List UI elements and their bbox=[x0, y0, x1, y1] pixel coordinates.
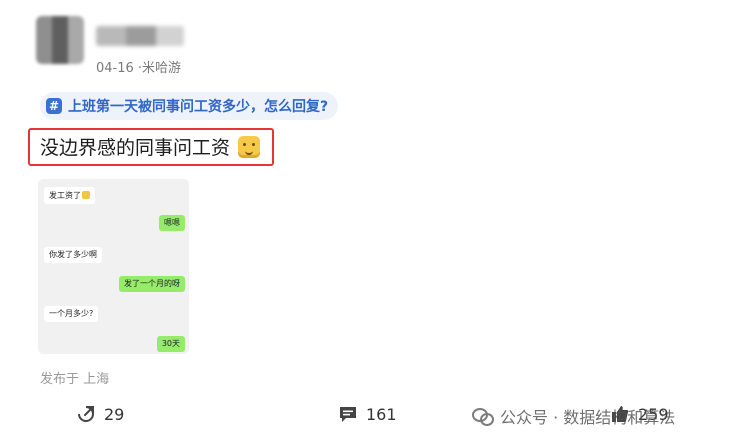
chat-screenshot-image[interactable]: 发工资了 嗯嗯 你发了多少啊 发了一个月的呀 一个月多少? 30天 bbox=[38, 179, 189, 354]
emoji-icon bbox=[82, 191, 90, 199]
post-location: 发布于 上海 bbox=[40, 372, 110, 387]
post-content: 没边界感的同事问工资 bbox=[40, 133, 261, 160]
avatar[interactable] bbox=[36, 16, 84, 64]
share-icon bbox=[78, 406, 94, 422]
chat-bubble-incoming: 你发了多少啊 bbox=[44, 247, 102, 263]
chat-bubble-outgoing: 嗯嗯 bbox=[159, 215, 185, 231]
chat-bubble-incoming: 发工资了 bbox=[44, 187, 95, 204]
chat-bubble-outgoing: 30天 bbox=[156, 336, 185, 352]
topic-tag[interactable]: # 上班第一天被同事问工资多少，怎么回复? bbox=[40, 92, 339, 120]
topic-label: 上班第一天被同事问工资多少，怎么回复? bbox=[68, 99, 329, 115]
chat-bubble-incoming: 一个月多少? bbox=[44, 306, 99, 322]
username-blurred[interactable] bbox=[96, 26, 184, 46]
sweat-smile-emoji-icon bbox=[238, 135, 261, 158]
comment-icon bbox=[340, 407, 356, 422]
hashtag-icon: # bbox=[46, 98, 62, 114]
chat-bubble-outgoing: 发了一个月的呀 bbox=[119, 276, 185, 292]
post-content-text: 没边界感的同事问工资 bbox=[40, 137, 231, 159]
post-date: 04-16 bbox=[96, 61, 134, 76]
comment-button[interactable]: 161 bbox=[338, 404, 397, 424]
watermark-text: 公众号 · 数据结构和算法 bbox=[500, 408, 676, 427]
share-count: 29 bbox=[104, 404, 125, 424]
comment-count: 161 bbox=[366, 404, 397, 424]
share-button[interactable]: 29 bbox=[76, 404, 124, 424]
wechat-logo-icon bbox=[472, 406, 494, 426]
post-meta: 04-16 ·米哈游 bbox=[96, 57, 181, 76]
post-source: ·米哈游 bbox=[137, 61, 182, 76]
wechat-watermark: 公众号 · 数据结构和算法 bbox=[472, 404, 675, 428]
